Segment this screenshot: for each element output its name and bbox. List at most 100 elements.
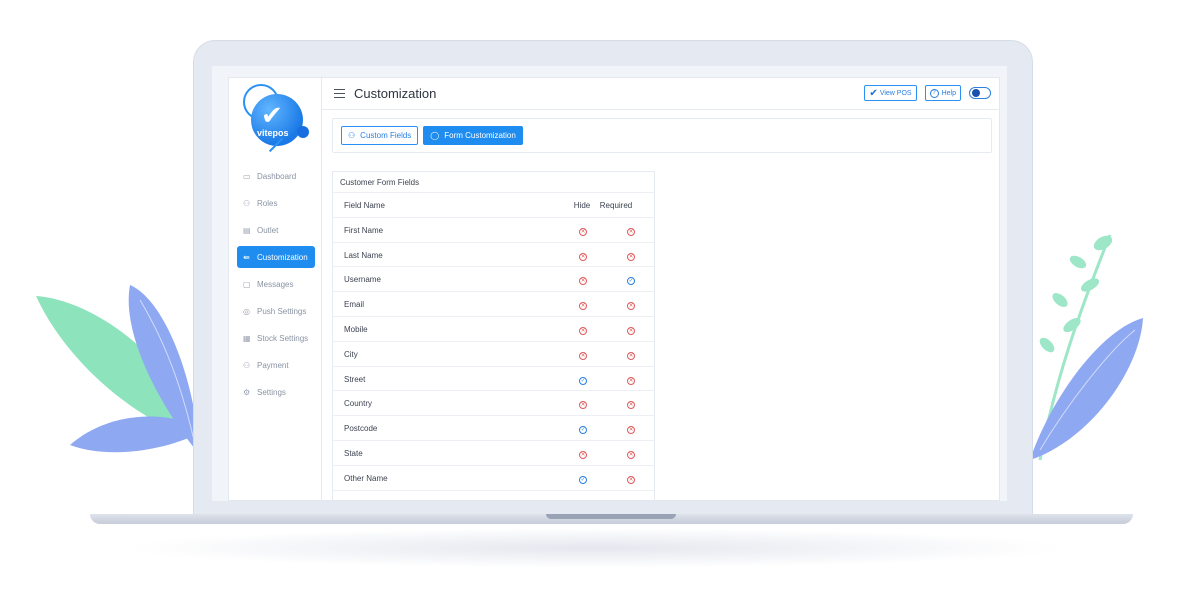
table-row: Postcode ✓ ✕ (333, 416, 654, 441)
hide-cell: ✕ (578, 275, 588, 286)
x-circle-icon[interactable]: ✕ (627, 401, 635, 410)
customer-form-fields-card: Customer Form Fields Field Name Hide Req… (332, 171, 655, 500)
users-icon: ⚇ (348, 131, 356, 140)
right-plant (1030, 234, 1143, 461)
shield-icon: ◯ (430, 131, 440, 140)
field-name: Country (344, 399, 373, 409)
help-button[interactable]: ? Help (924, 85, 961, 101)
tabs-panel: ⚇ Custom Fields ◯ Form Customization (332, 118, 992, 153)
x-circle-icon[interactable]: ✕ (627, 302, 635, 311)
sidebar-item-payment[interactable]: ⚇ Payment (237, 354, 315, 376)
x-circle-icon[interactable]: ✕ (627, 450, 635, 459)
table-row: Other Name ✓ ✕ (333, 466, 654, 491)
field-name: Postcode (344, 424, 378, 434)
view-pos-button[interactable]: ✔ View POS (864, 85, 917, 101)
required-cell: ✕ (626, 375, 636, 385)
field-name: Mobile (344, 324, 368, 334)
x-circle-icon[interactable]: ✕ (579, 351, 587, 360)
x-circle-icon[interactable]: ✕ (579, 227, 587, 236)
tab-label: Form Customization (444, 131, 516, 140)
users-icon: ⚇ (243, 198, 251, 208)
field-name: Street (344, 374, 366, 384)
check-circle-icon[interactable]: ✓ (579, 426, 587, 435)
sidebar-nav: ▭ Dashboard ⚇ Roles ▤ Outlet ⇚ Customization ▢ Me… (237, 165, 315, 408)
tab-custom-fields[interactable]: ⚇ Custom Fields (341, 126, 419, 145)
sidebar: ✔ vitepos ▭ Dashboard ⚇ Roles ▤ Outlet ⇚ Custom… (229, 78, 322, 500)
table-row: State ✕ ✕ (333, 441, 654, 466)
sidebar-item-messages[interactable]: ▢ Messages (237, 273, 315, 295)
table-row: Country ✕ ✕ (333, 391, 654, 417)
vitepos-logo[interactable]: ✔ vitepos (241, 82, 311, 158)
gear-icon: ⚙ (243, 387, 251, 397)
x-circle-icon[interactable]: ✕ (627, 475, 635, 484)
x-circle-icon[interactable]: ✕ (579, 450, 587, 459)
required-cell: ✕ (626, 300, 636, 311)
table-row: Username ✕ ✓ (333, 267, 654, 293)
card-title: Customer Form Fields (333, 172, 654, 193)
hide-cell: ✓ (578, 375, 588, 385)
check-circle-icon[interactable]: ✓ (579, 475, 587, 484)
sidebar-item-dashboard[interactable]: ▭ Dashboard (237, 165, 315, 187)
hide-cell: ✕ (578, 449, 588, 459)
required-cell: ✕ (626, 325, 636, 335)
sidebar-item-customization[interactable]: ⇚ Customization (237, 246, 315, 268)
sidebar-item-label: Settings (257, 387, 286, 397)
sidebar-item-roles[interactable]: ⚇ Roles (237, 192, 315, 214)
x-circle-icon[interactable]: ✕ (579, 302, 587, 311)
payment-icon: ⚇ (243, 360, 251, 370)
help-label: Help (941, 89, 956, 97)
x-circle-icon[interactable]: ✕ (579, 277, 587, 286)
x-circle-icon[interactable]: ✕ (627, 326, 635, 335)
sidebar-item-push-settings[interactable]: ◎ Push Settings (237, 300, 315, 322)
sidebar-item-outlet[interactable]: ▤ Outlet (237, 219, 315, 241)
table-row: Street ✓ ✕ (333, 367, 654, 392)
required-cell: ✕ (626, 499, 636, 500)
top-header: Customization ✔ View POS ? Help (322, 78, 999, 110)
x-circle-icon[interactable]: ✕ (627, 252, 635, 261)
stage: ✔ vitepos ▭ Dashboard ⚇ Roles ▤ Outlet ⇚ Custom… (0, 0, 1189, 615)
hide-cell: ✓ (578, 424, 588, 435)
help-icon: ? (929, 88, 939, 98)
dashboard-icon: ▭ (243, 171, 251, 181)
left-plant (36, 285, 205, 455)
table-row: TextBox ✕ ✕ (333, 491, 654, 500)
x-circle-icon[interactable]: ✕ (627, 227, 635, 236)
laptop-notch (546, 514, 676, 519)
logo-dot (297, 126, 309, 138)
x-circle-icon[interactable]: ✕ (627, 351, 635, 360)
sidebar-item-settings[interactable]: ⚙ Settings (237, 381, 315, 403)
table-header: Field Name Hide Required (333, 193, 654, 218)
x-circle-icon[interactable]: ✕ (579, 401, 587, 410)
field-name: Username (344, 275, 381, 285)
table-body: First Name ✕ ✕ Last Name ✕ ✕ Username ✕ ✓ Email ✕ ✕… (333, 218, 654, 500)
field-name: Last Name (344, 250, 383, 260)
sidebar-item-label: Customization (257, 252, 308, 262)
sidebar-item-stock-settings[interactable]: ▦ Stock Settings (237, 327, 315, 349)
hide-cell: ✕ (578, 300, 588, 311)
x-circle-icon[interactable]: ✕ (627, 376, 635, 385)
required-cell: ✓ (626, 275, 636, 286)
header-actions: ✔ View POS ? Help (864, 85, 991, 101)
sidebar-item-label: Messages (257, 279, 294, 289)
hide-cell: ✕ (578, 399, 588, 410)
table-row: City ✕ ✕ (333, 342, 654, 367)
required-cell: ✕ (626, 474, 636, 484)
sidebar-item-label: Dashboard (257, 171, 297, 181)
required-cell: ✕ (626, 424, 636, 435)
check-circle-icon[interactable]: ✓ (627, 277, 635, 286)
x-circle-icon[interactable]: ✕ (579, 326, 587, 335)
app-window: ✔ vitepos ▭ Dashboard ⚇ Roles ▤ Outlet ⇚ Custom… (228, 77, 1000, 501)
theme-toggle[interactable] (969, 87, 991, 99)
push-icon: ◎ (243, 306, 250, 316)
menu-toggle-icon[interactable] (334, 89, 345, 98)
check-circle-icon[interactable]: ✓ (579, 376, 587, 385)
table-row: Email ✕ ✕ (333, 292, 654, 317)
field-name: State (344, 448, 363, 458)
hide-cell: ✕ (578, 350, 588, 360)
logo-check-icon: ✔ (261, 100, 283, 130)
stock-icon: ▦ (243, 333, 251, 343)
tab-form-customization[interactable]: ◯ Form Customization (423, 126, 523, 145)
x-circle-icon[interactable]: ✕ (579, 252, 587, 261)
x-circle-icon[interactable]: ✕ (627, 426, 635, 435)
store-icon: ▤ (243, 225, 251, 235)
